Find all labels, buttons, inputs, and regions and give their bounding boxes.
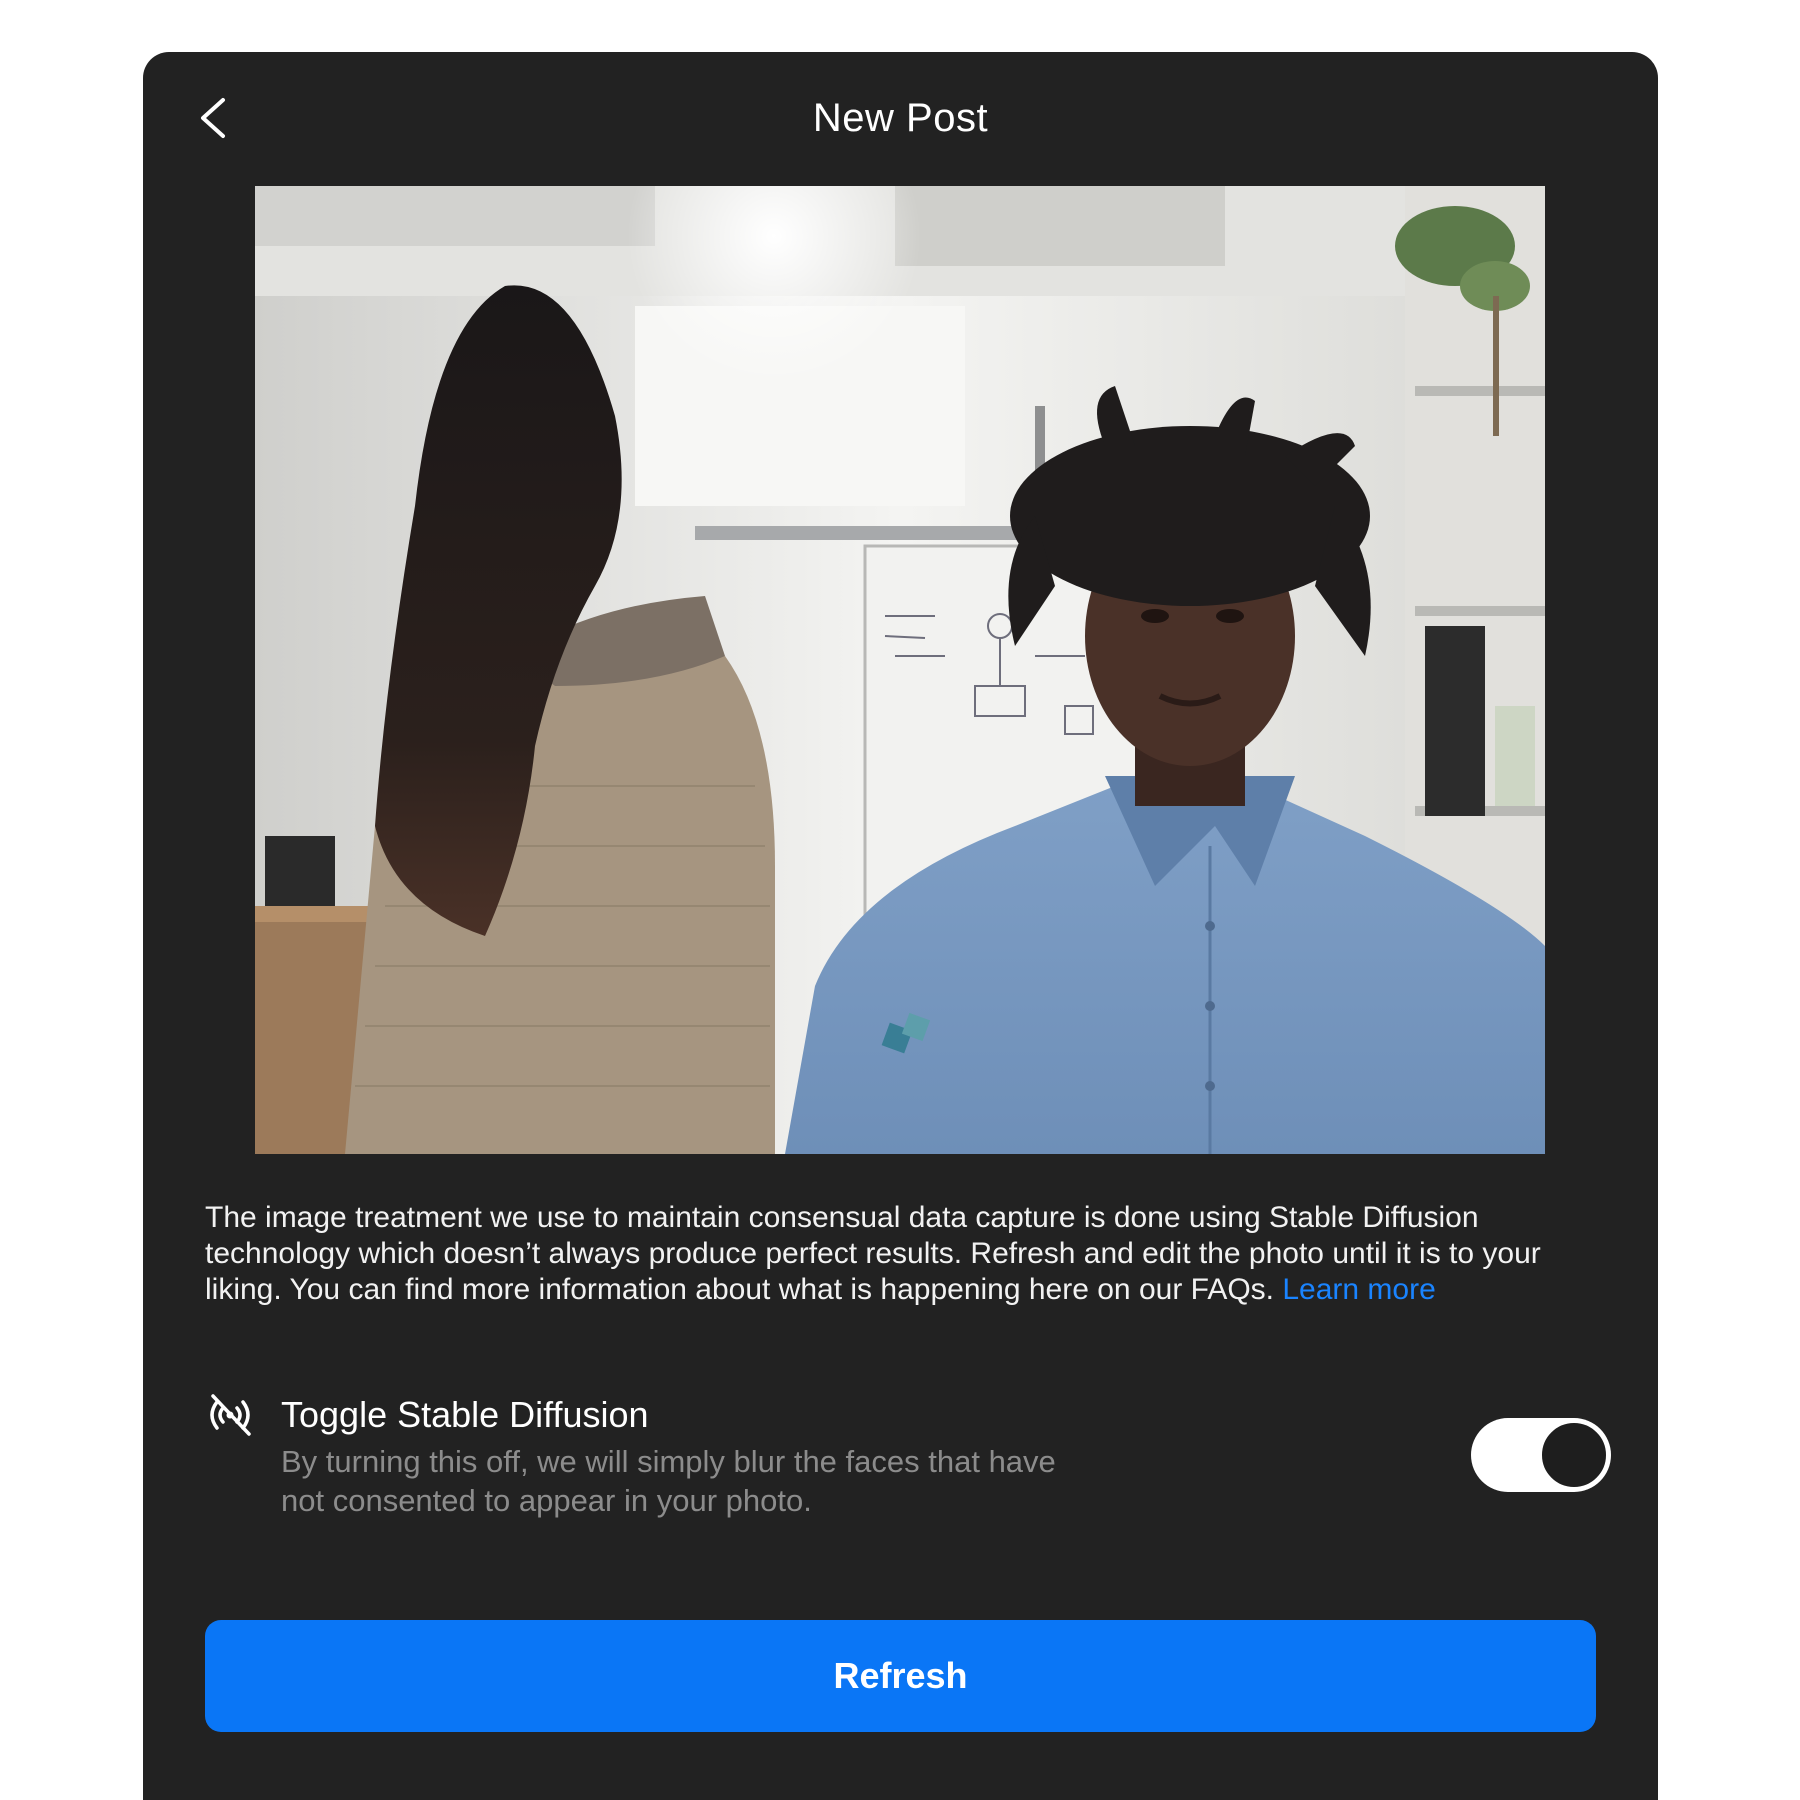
image-treatment-description: The image treatment we use to maintain c…: [205, 1200, 1605, 1308]
page-title: New Post: [812, 96, 989, 140]
stable-diffusion-toggle[interactable]: [1471, 1418, 1611, 1492]
learn-more-link[interactable]: Learn more: [1282, 1273, 1435, 1306]
refresh-button[interactable]: Refresh: [205, 1620, 1596, 1732]
photo-illustration: [255, 186, 1545, 1154]
toggle-knob: [1540, 1421, 1608, 1489]
toggle-description: By turning this off, we will simply blur…: [281, 1444, 1056, 1518]
broadcast-off-icon: [210, 1394, 251, 1436]
new-post-panel: New Post The image treatment we use to m…: [143, 52, 1658, 1800]
post-photo: [255, 186, 1545, 1154]
stable-diffusion-setting: Toggle Stable Diffusion By turning this …: [205, 1390, 1605, 1540]
toggle-title: Toggle Stable Diffusion: [281, 1394, 649, 1435]
